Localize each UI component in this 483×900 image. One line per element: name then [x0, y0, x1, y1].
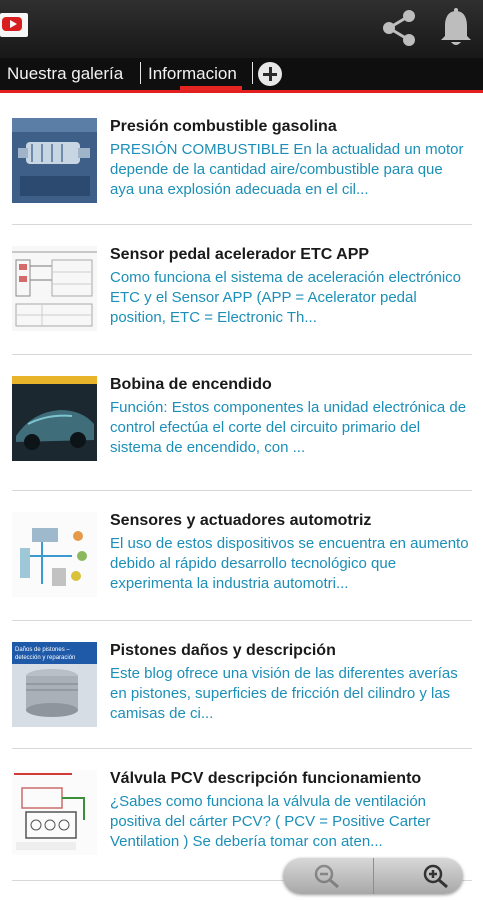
thumbnail-caption: detección y reparación [15, 655, 75, 661]
article-thumbnail [12, 118, 97, 203]
article-title[interactable]: Pistones daños y descripción [110, 642, 336, 660]
article-thumbnail [12, 512, 97, 597]
article-thumbnail [12, 246, 97, 331]
article-title[interactable]: Válvula PCV descripción funcionamiento [110, 770, 421, 788]
divider [12, 490, 472, 491]
article-description: Función: Estos componentes la unidad ele… [110, 399, 467, 456]
article-description: Como funciona el sistema de aceleración … [110, 269, 462, 326]
article-title[interactable]: Presión combustible gasolina [110, 118, 337, 136]
tab-separator [252, 62, 253, 84]
youtube-icon[interactable] [0, 13, 28, 37]
divider [12, 620, 472, 621]
zoom-out-icon [314, 864, 339, 889]
tab-nuestra-galeria[interactable]: Nuestra galería [7, 64, 123, 84]
article-description: ¿Sabes como funciona la válvula de venti… [110, 793, 431, 850]
article-description: El uso de estos dispositivos se encuentr… [110, 535, 469, 592]
tab-separator [140, 62, 141, 84]
article-description: Este blog ofrece una visión de las difer… [110, 665, 458, 722]
app-bar [0, 0, 483, 58]
article-thumbnail [12, 376, 97, 461]
tab-informacion[interactable]: Informacion [148, 64, 237, 84]
article-thumbnail: Daños de pistones – detección y reparaci… [12, 642, 97, 727]
tab-bar: Nuestra galería Informacion [0, 58, 483, 90]
bell-icon[interactable] [436, 6, 476, 50]
article-title[interactable]: Sensores y actuadores automotriz [110, 512, 371, 530]
zoom-in-button[interactable] [373, 858, 463, 894]
zoom-controls [283, 858, 463, 894]
divider [12, 748, 472, 749]
plus-circle-icon[interactable] [258, 62, 282, 86]
header-divider [0, 90, 483, 93]
divider [12, 354, 472, 355]
share-icon[interactable] [377, 6, 421, 50]
zoom-out-button[interactable] [283, 858, 373, 894]
article-description: PRESIÓN COMBUSTIBLE En la actualidad un … [110, 141, 464, 198]
zoom-in-icon [423, 864, 448, 889]
article-title[interactable]: Bobina de encendido [110, 376, 272, 394]
article-title[interactable]: Sensor pedal acelerador ETC APP [110, 246, 369, 264]
article-thumbnail [12, 770, 97, 855]
divider [12, 224, 472, 225]
thumbnail-caption: Daños de pistones – [15, 647, 70, 653]
